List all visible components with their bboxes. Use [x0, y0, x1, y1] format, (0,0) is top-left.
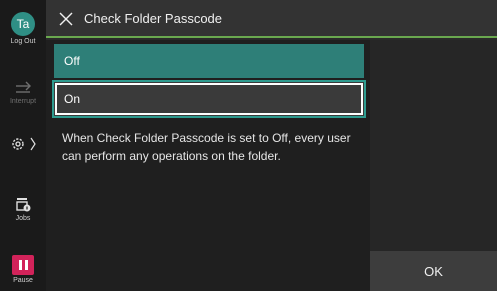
options-panel: Off On When Check Folder Passcode is set…: [46, 40, 370, 291]
screen: Ta Log Out Interrupt Jobs Pause Check Fo…: [0, 0, 497, 291]
option-on[interactable]: On: [54, 82, 364, 116]
jobs-label: Jobs: [15, 215, 31, 222]
jobs-button[interactable]: Jobs: [0, 195, 46, 222]
interrupt-icon: [16, 81, 31, 93]
option-off-label: Off: [64, 54, 80, 68]
pause-label: Pause: [13, 277, 33, 284]
header: Check Folder Passcode: [46, 0, 497, 38]
description-text: When Check Folder Passcode is set to Off…: [62, 131, 351, 163]
option-on-label: On: [64, 92, 81, 106]
sidebar: Ta Log Out Interrupt Jobs Pause: [0, 0, 46, 291]
settings-button[interactable]: [0, 136, 46, 152]
interrupt-button[interactable]: Interrupt: [0, 80, 46, 105]
interrupt-label: Interrupt: [9, 98, 37, 105]
right-panel: [370, 40, 497, 251]
option-off[interactable]: Off: [54, 44, 364, 78]
pause-icon: [12, 255, 34, 275]
logout-label: Log Out: [10, 38, 36, 45]
user-avatar: Ta: [11, 12, 35, 36]
logout-button[interactable]: Ta Log Out: [0, 12, 46, 45]
chevron-right-icon: [30, 137, 36, 151]
jobs-icon: [16, 198, 31, 212]
page-title: Check Folder Passcode: [84, 11, 223, 26]
pause-button[interactable]: Pause: [0, 255, 46, 284]
gear-icon: [12, 138, 24, 150]
ok-button[interactable]: OK: [370, 251, 497, 291]
close-icon[interactable]: [56, 9, 76, 29]
